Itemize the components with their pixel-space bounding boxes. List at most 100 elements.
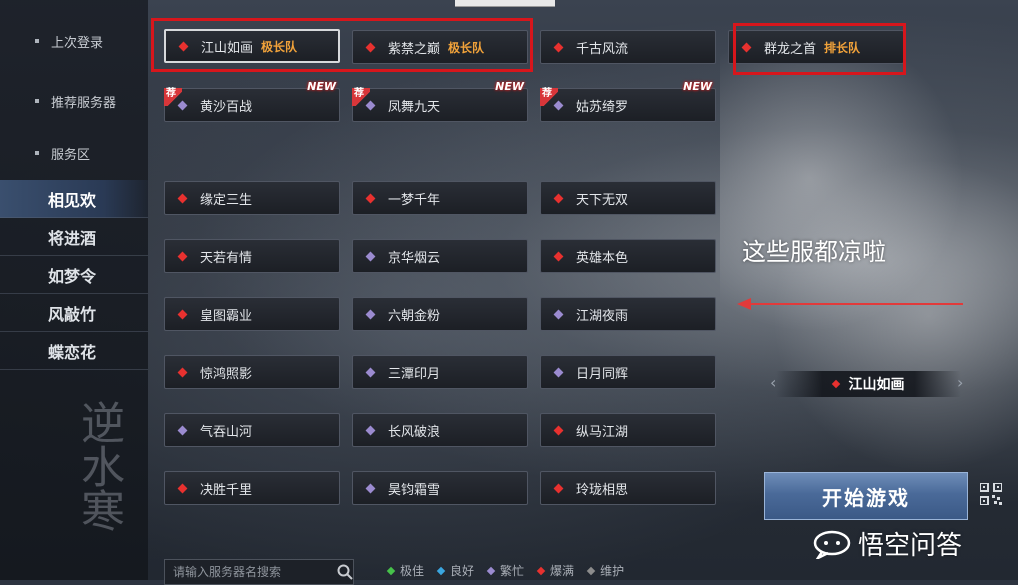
server-button[interactable]: 荐 NEW 黄沙百战 <box>164 80 340 122</box>
legend-gray-icon <box>586 566 596 575</box>
sidebar-link-label: 推荐服务器 <box>51 95 117 111</box>
selected-server-name: 江山如画 <box>848 377 905 393</box>
server-group-item[interactable]: 蝶恋花 <box>0 332 148 370</box>
server-button[interactable]: 六朝金粉 <box>352 297 528 331</box>
server-button[interactable]: 千古风流 <box>540 30 716 64</box>
server-button[interactable]: 英雄本色 <box>540 239 716 273</box>
status-red-icon <box>365 193 376 203</box>
sidebar-link-server-zone[interactable]: 服务区 <box>0 133 148 173</box>
server-name: 三潭印月 <box>388 366 441 382</box>
sidebar-link-recommended[interactable]: 推荐服务器 <box>0 81 148 121</box>
status-purple-icon <box>365 309 376 319</box>
chevron-right-icon[interactable]: › <box>957 373 963 392</box>
server-button[interactable]: 气吞山河 <box>164 413 340 447</box>
bullet-icon <box>35 39 39 43</box>
legend-label: 繁忙 <box>500 564 525 578</box>
server-name: 江湖夜雨 <box>576 308 629 324</box>
sidebar-link-label: 服务区 <box>51 147 91 163</box>
server-button[interactable]: 天若有情 <box>164 239 340 273</box>
sidebar: 上次登录 推荐服务器 服务区 相见欢 将进酒 如梦令 风敲竹 蝶恋花 逆水寒 <box>0 0 148 580</box>
legend-item: 极佳 <box>386 562 425 579</box>
legend-item: 爆满 <box>536 562 575 579</box>
new-badge: NEW <box>495 80 524 93</box>
legend-label: 极佳 <box>400 564 425 578</box>
server-search-box <box>164 559 354 585</box>
server-name: 玲珑相思 <box>576 482 629 498</box>
sidebar-link-label: 上次登录 <box>51 35 104 51</box>
watermark: 悟空问答 <box>812 525 962 562</box>
start-game-button[interactable]: 开始游戏 <box>764 472 968 520</box>
server-button[interactable]: 江湖夜雨 <box>540 297 716 331</box>
server-name: 黄沙百战 <box>200 99 253 115</box>
server-name: 纵马江湖 <box>576 424 629 440</box>
bullet-icon <box>35 151 39 155</box>
server-button[interactable]: 纵马江湖 <box>540 413 716 447</box>
server-name: 天下无双 <box>576 192 629 208</box>
server-name: 惊鸿照影 <box>200 366 253 382</box>
server-button[interactable]: 荐 NEW 凤舞九天 <box>352 80 528 122</box>
server-name: 六朝金粉 <box>388 308 441 324</box>
bullet-icon <box>35 99 39 103</box>
status-legend: 极佳 良好 繁忙 爆满 维护 <box>386 562 625 579</box>
status-red-icon <box>177 483 188 493</box>
status-red-icon <box>553 42 564 52</box>
status-purple-icon <box>553 309 564 319</box>
server-name: 天若有情 <box>200 250 253 266</box>
server-name: 长风破浪 <box>388 424 441 440</box>
server-button[interactable]: 惊鸿照影 <box>164 355 340 389</box>
qr-code-icon[interactable] <box>980 483 1002 505</box>
server-button[interactable]: 天下无双 <box>540 181 716 215</box>
server-button[interactable]: 玲珑相思 <box>540 471 716 505</box>
server-name: 英雄本色 <box>576 250 629 266</box>
status-purple-icon <box>365 367 376 377</box>
arrow-head-icon <box>737 298 751 310</box>
sidebar-link-last-login[interactable]: 上次登录 <box>0 21 148 61</box>
status-purple-icon <box>365 251 376 261</box>
speech-bubble-logo-icon <box>813 530 851 559</box>
status-purple-icon <box>365 425 376 435</box>
server-button[interactable]: 昊钧霜雪 <box>352 471 528 505</box>
server-button[interactable]: 日月同辉 <box>540 355 716 389</box>
annotation-arrow <box>748 303 963 305</box>
legend-item: 繁忙 <box>486 562 525 579</box>
top-tab-indicator <box>455 0 555 7</box>
server-button[interactable]: 长风破浪 <box>352 413 528 447</box>
status-purple-icon <box>177 425 188 435</box>
server-group-item[interactable]: 风敲竹 <box>0 294 148 332</box>
status-red-icon <box>177 309 188 319</box>
server-button[interactable]: 京华烟云 <box>352 239 528 273</box>
server-button[interactable]: 一梦千年 <box>352 181 528 215</box>
server-group-item[interactable]: 如梦令 <box>0 256 148 294</box>
status-red-icon <box>553 193 564 203</box>
legend-item: 良好 <box>436 562 474 579</box>
server-name: 缘定三生 <box>200 192 253 208</box>
server-group-list: 相见欢 将进酒 如梦令 风敲竹 蝶恋花 <box>0 180 148 370</box>
new-badge: NEW <box>683 80 712 93</box>
search-icon[interactable] <box>337 564 353 580</box>
legend-purple-icon <box>486 566 496 575</box>
server-button[interactable]: 荐 NEW 姑苏绮罗 <box>540 80 716 122</box>
server-name: 凤舞九天 <box>388 99 441 115</box>
server-name: 姑苏绮罗 <box>576 99 629 115</box>
annotation-text: 这些服都凉啦 <box>742 238 886 266</box>
server-group-item[interactable]: 相见欢 <box>0 180 148 218</box>
server-search-input[interactable] <box>165 564 325 580</box>
highlight-box <box>733 23 906 75</box>
status-red-icon <box>553 251 564 261</box>
server-button[interactable]: 决胜千里 <box>164 471 340 505</box>
legend-label: 维护 <box>600 564 625 578</box>
server-button[interactable]: 三潭印月 <box>352 355 528 389</box>
status-red-icon <box>553 483 564 493</box>
server-name: 皇图霸业 <box>200 308 253 324</box>
legend-blue-icon <box>436 566 446 575</box>
legend-red-icon <box>536 566 546 575</box>
server-name: 千古风流 <box>576 41 629 57</box>
selected-server-display: 江山如画 <box>776 371 961 397</box>
server-group-item[interactable]: 将进酒 <box>0 218 148 256</box>
legend-label: 爆满 <box>550 564 575 578</box>
server-button[interactable]: 皇图霸业 <box>164 297 340 331</box>
status-red-icon <box>553 425 564 435</box>
new-badge: NEW <box>307 80 336 93</box>
highlight-box <box>151 18 533 72</box>
server-button[interactable]: 缘定三生 <box>164 181 340 215</box>
